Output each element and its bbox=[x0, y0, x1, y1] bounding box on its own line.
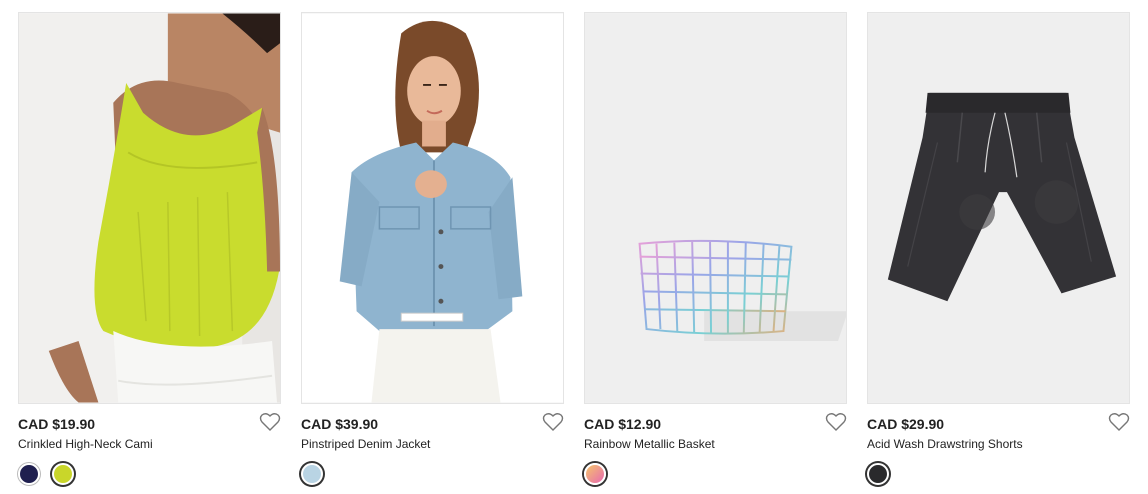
color-swatch[interactable] bbox=[18, 463, 40, 485]
product-grid: CAD $19.90 Crinkled High-Neck Cami CAD $… bbox=[0, 0, 1148, 494]
product-price: CAD $29.90 bbox=[867, 416, 945, 432]
product-image[interactable] bbox=[867, 12, 1130, 404]
product-image[interactable] bbox=[584, 12, 847, 404]
product-card: CAD $12.90 Rainbow Metallic Basket bbox=[584, 12, 847, 485]
product-name[interactable]: Crinkled High-Neck Cami bbox=[18, 437, 153, 451]
product-image[interactable] bbox=[301, 12, 564, 404]
product-price: CAD $12.90 bbox=[584, 416, 662, 432]
product-card: CAD $29.90 Acid Wash Drawstring Shorts bbox=[867, 12, 1130, 485]
color-swatches bbox=[301, 463, 323, 485]
product-image[interactable] bbox=[18, 12, 281, 404]
product-price: CAD $19.90 bbox=[18, 416, 96, 432]
heart-outline-icon[interactable] bbox=[825, 412, 847, 432]
color-swatch[interactable] bbox=[867, 463, 889, 485]
color-swatch[interactable] bbox=[584, 463, 606, 485]
product-card: CAD $39.90 Pinstriped Denim Jacket bbox=[301, 12, 564, 485]
product-price: CAD $39.90 bbox=[301, 416, 379, 432]
heart-outline-icon[interactable] bbox=[259, 412, 281, 432]
heart-outline-icon[interactable] bbox=[542, 412, 564, 432]
color-swatch[interactable] bbox=[52, 463, 74, 485]
color-swatches bbox=[867, 463, 889, 485]
color-swatches bbox=[18, 463, 74, 485]
product-name[interactable]: Rainbow Metallic Basket bbox=[584, 437, 715, 451]
product-name[interactable]: Pinstriped Denim Jacket bbox=[301, 437, 430, 451]
color-swatch[interactable] bbox=[301, 463, 323, 485]
product-name[interactable]: Acid Wash Drawstring Shorts bbox=[867, 437, 1023, 451]
product-card: CAD $19.90 Crinkled High-Neck Cami bbox=[18, 12, 281, 485]
heart-outline-icon[interactable] bbox=[1108, 412, 1130, 432]
color-swatches bbox=[584, 463, 606, 485]
